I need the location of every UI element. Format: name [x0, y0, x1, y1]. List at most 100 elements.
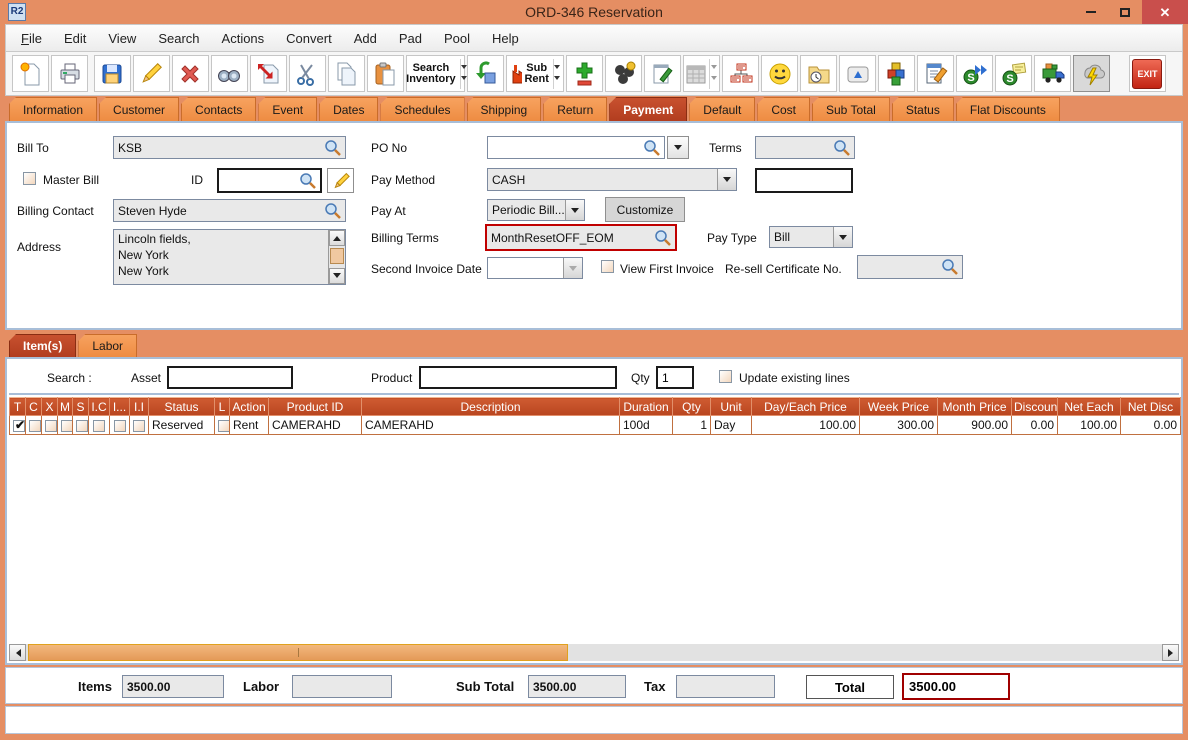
send-forward-button[interactable]: S — [956, 55, 993, 92]
sub-rent-dropdown[interactable] — [553, 59, 560, 89]
address-field[interactable]: Lincoln fields, New York New York — [113, 229, 346, 285]
col-header[interactable]: C — [26, 398, 42, 416]
col-header-duration[interactable]: Duration — [620, 398, 673, 416]
row-checkbox-c[interactable] — [29, 420, 41, 432]
menu-edit[interactable]: Edit — [53, 31, 97, 46]
row-checkbox-s[interactable] — [76, 420, 88, 432]
scroll-down-button[interactable] — [329, 268, 345, 284]
col-header[interactable]: I.C — [89, 398, 110, 416]
col-header-product-id[interactable]: Product ID — [269, 398, 362, 416]
convert-button[interactable] — [467, 55, 504, 92]
po-no-dropdown-button[interactable] — [667, 136, 689, 159]
scroll-up-button[interactable] — [329, 230, 345, 246]
col-header[interactable]: I.I — [130, 398, 149, 416]
col-header-description[interactable]: Description — [362, 398, 620, 416]
tab-sub-total[interactable]: Sub Total — [812, 97, 890, 121]
chevron-down-icon[interactable] — [717, 169, 736, 190]
second-invoice-date-combo[interactable] — [487, 257, 583, 279]
exit-button[interactable]: EXIT — [1129, 55, 1166, 92]
calendar-button[interactable] — [683, 55, 720, 92]
delivery-truck-button[interactable] — [1034, 55, 1071, 92]
search-inventory-dropdown[interactable] — [460, 59, 467, 89]
resell-certificate-field[interactable] — [857, 255, 963, 279]
scroll-right-button[interactable] — [1162, 644, 1179, 661]
save-button[interactable] — [94, 55, 131, 92]
row-checkbox-l[interactable] — [218, 420, 230, 432]
bill-to-field[interactable]: KSB — [113, 136, 346, 159]
menu-view[interactable]: View — [97, 31, 147, 46]
product-input[interactable] — [419, 366, 617, 389]
pay-type-combo[interactable]: Bill — [769, 226, 853, 248]
folder-clock-button[interactable] — [800, 55, 837, 92]
scrollbar-thumb[interactable] — [28, 644, 568, 661]
menu-actions[interactable]: Actions — [211, 31, 276, 46]
pay-method-combo[interactable]: CASH — [487, 168, 737, 191]
update-existing-lines-checkbox[interactable] — [719, 370, 732, 383]
qty-input[interactable]: 1 — [656, 366, 694, 389]
tab-status[interactable]: Status — [892, 97, 954, 121]
view-first-invoice-checkbox[interactable] — [601, 260, 614, 273]
row-checkbox-x[interactable] — [45, 420, 57, 432]
shortcut-key-button[interactable] — [839, 55, 876, 92]
col-header-status[interactable]: Status — [149, 398, 215, 416]
tab-items[interactable]: Item(s) — [9, 334, 76, 357]
col-header-action[interactable]: Action — [230, 398, 269, 416]
id-field[interactable] — [217, 168, 322, 193]
tab-cost[interactable]: Cost — [757, 97, 810, 121]
row-checkbox-ii[interactable] — [133, 420, 145, 432]
asset-input[interactable] — [167, 366, 293, 389]
tab-information[interactable]: Information — [9, 97, 97, 121]
menu-file[interactable]: File — [10, 31, 53, 46]
terms-field[interactable] — [755, 136, 855, 159]
col-header-unit[interactable]: Unit — [711, 398, 752, 416]
tab-contacts[interactable]: Contacts — [181, 97, 256, 121]
pool-button[interactable] — [605, 55, 642, 92]
menu-pad[interactable]: Pad — [388, 31, 433, 46]
col-header[interactable]: M — [58, 398, 73, 416]
sub-rent-button[interactable]: Sub Rent — [506, 55, 564, 92]
table-row[interactable]: Reserved Rent CAMERAHD CAMERAHD 100d 1 D… — [10, 416, 1181, 435]
pay-method-extra-field[interactable] — [755, 168, 853, 193]
edit-button[interactable] — [133, 55, 170, 92]
tab-default[interactable]: Default — [689, 97, 755, 121]
master-bill-checkbox[interactable] — [23, 172, 36, 185]
tab-schedules[interactable]: Schedules — [380, 97, 464, 121]
search-inventory-button[interactable]: SearchInventory — [406, 55, 465, 92]
tab-labor[interactable]: Labor — [78, 334, 137, 357]
col-header[interactable]: T — [10, 398, 26, 416]
notepad-button[interactable] — [644, 55, 681, 92]
calendar-dropdown[interactable] — [709, 59, 719, 89]
po-no-field[interactable] — [487, 136, 665, 159]
col-header-net-disc[interactable]: Net Disc — [1121, 398, 1181, 416]
col-header[interactable]: S — [73, 398, 89, 416]
menu-search[interactable]: Search — [147, 31, 210, 46]
row-checkbox-t[interactable] — [13, 420, 25, 432]
find-button[interactable] — [211, 55, 248, 92]
org-chart-button[interactable] — [722, 55, 759, 92]
row-checkbox-i[interactable] — [114, 420, 126, 432]
new-document-button[interactable] — [12, 55, 49, 92]
tab-event[interactable]: Event — [258, 97, 317, 121]
document-edit-button[interactable] — [917, 55, 954, 92]
col-header[interactable]: X — [42, 398, 58, 416]
col-header[interactable]: L — [215, 398, 230, 416]
copy-button[interactable] — [328, 55, 365, 92]
tab-payment[interactable]: Payment — [609, 97, 687, 121]
menu-pool[interactable]: Pool — [433, 31, 481, 46]
col-header-month-price[interactable]: Month Price — [938, 398, 1012, 416]
paste-button[interactable] — [367, 55, 404, 92]
col-header[interactable]: I... — [110, 398, 130, 416]
cut-button[interactable] — [289, 55, 326, 92]
col-header-net-each[interactable]: Net Each — [1058, 398, 1121, 416]
billing-contact-field[interactable]: Steven Hyde — [113, 199, 346, 222]
tab-return[interactable]: Return — [543, 97, 607, 121]
scrollbar-thumb[interactable] — [330, 248, 344, 264]
row-checkbox-m[interactable] — [61, 420, 73, 432]
s-notes-button[interactable]: S — [995, 55, 1032, 92]
col-header-qty[interactable]: Qty — [673, 398, 711, 416]
quick-lightning-button[interactable] — [1073, 55, 1110, 92]
pay-at-combo[interactable]: Periodic Bill... — [487, 199, 585, 221]
tab-dates[interactable]: Dates — [319, 97, 378, 121]
menu-convert[interactable]: Convert — [275, 31, 343, 46]
maximize-button[interactable] — [1108, 0, 1142, 24]
